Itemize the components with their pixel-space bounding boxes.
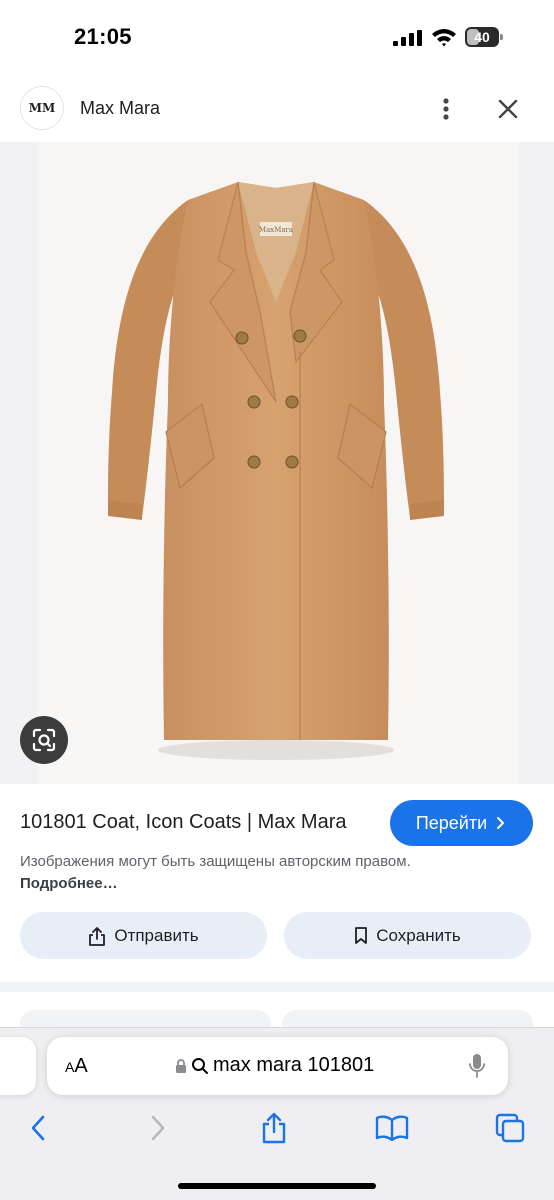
more-options-button[interactable] — [432, 94, 460, 124]
site-logo[interactable]: MM — [20, 86, 64, 130]
save-label: Сохранить — [376, 925, 461, 945]
status-time: 21:05 — [74, 24, 132, 49]
forward-button[interactable] — [138, 1110, 178, 1146]
site-name[interactable]: Max Mara — [80, 98, 160, 119]
previous-tab-preview[interactable] — [0, 1037, 36, 1095]
bookmarks-button[interactable] — [372, 1110, 412, 1146]
coat-image: MaxMara — [108, 181, 444, 760]
section-divider — [0, 982, 554, 992]
go-button[interactable]: Перейти — [390, 800, 533, 846]
coat-label: MaxMara — [259, 226, 293, 234]
search-icon — [192, 1057, 208, 1074]
send-button[interactable]: Отправить — [20, 912, 267, 959]
chevron-right-icon — [497, 817, 505, 829]
more-info-link[interactable]: Подробнее… — [20, 875, 118, 892]
share-button[interactable] — [254, 1110, 294, 1146]
bookmarks-book-icon — [375, 1115, 409, 1141]
back-icon — [31, 1115, 45, 1141]
close-icon — [498, 99, 518, 119]
copyright-notice: Изображения могут быть защищены авторски… — [20, 853, 411, 892]
send-label: Отправить — [114, 925, 199, 945]
lock-icon — [176, 1058, 186, 1073]
signal-icon — [393, 30, 422, 46]
close-button[interactable] — [494, 94, 522, 124]
url-text: max mara 101801 — [213, 1054, 375, 1076]
lens-icon — [32, 728, 56, 752]
text-size-button[interactable]: AA — [65, 1055, 88, 1078]
result-title[interactable]: 101801 Coat, Icon Coats | Max Mara — [20, 811, 346, 834]
product-image-area[interactable]: MaxMara — [0, 142, 554, 784]
back-button[interactable] — [18, 1110, 58, 1146]
share-icon — [262, 1112, 286, 1144]
mic-icon[interactable] — [468, 1053, 486, 1079]
go-button-label: Перейти — [415, 812, 488, 833]
save-button[interactable]: Сохранить — [284, 912, 531, 959]
home-indicator — [178, 1183, 376, 1189]
tabs-icon — [495, 1113, 525, 1143]
wifi-icon — [432, 29, 456, 47]
address-bar[interactable]: AA max mara 101801 — [47, 1037, 508, 1095]
url-field[interactable]: max mara 101801 — [175, 1054, 374, 1077]
battery-icon: 40 — [465, 27, 505, 47]
battery-level: 40 — [474, 29, 490, 45]
share-icon — [89, 926, 106, 946]
more-vert-icon — [443, 98, 449, 120]
forward-icon — [151, 1115, 165, 1141]
tabs-button[interactable] — [490, 1110, 530, 1146]
lens-search-button[interactable] — [20, 716, 68, 764]
bookmark-icon — [355, 927, 368, 944]
